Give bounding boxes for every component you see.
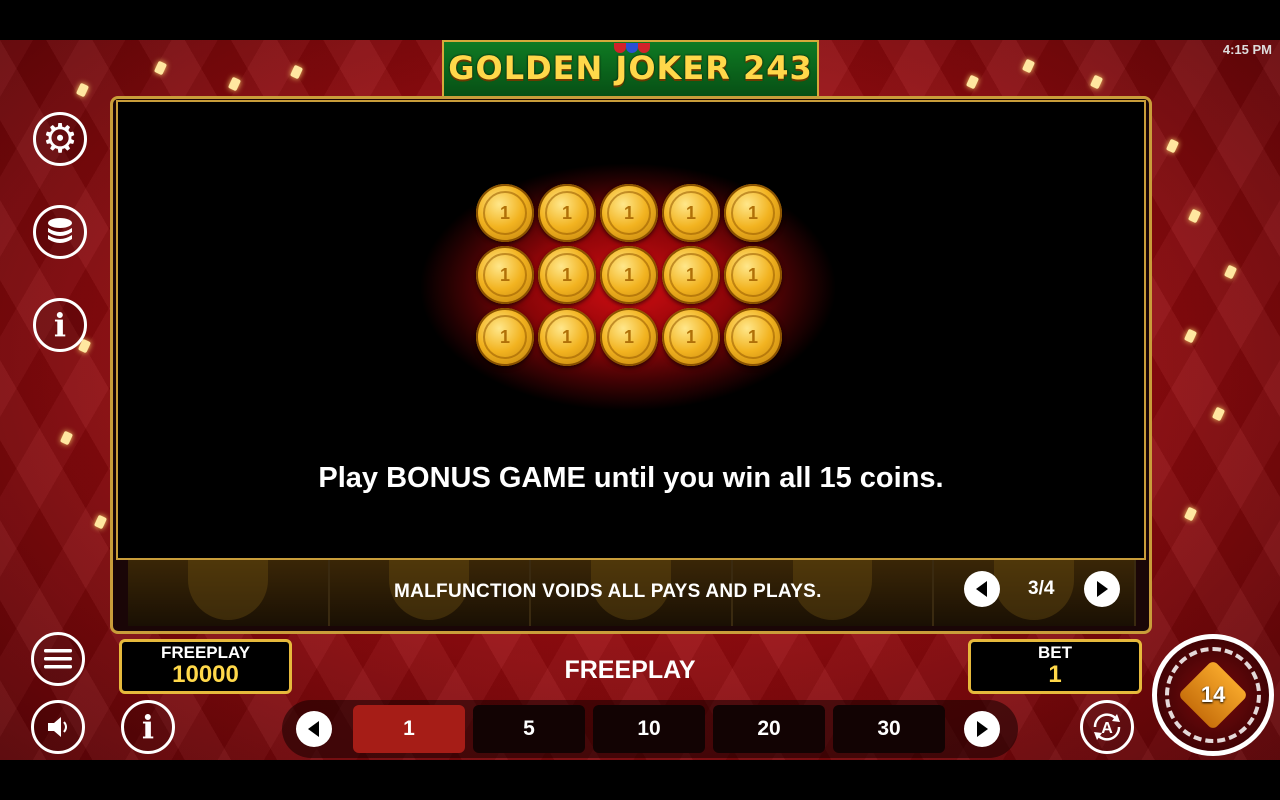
balance-panel: FREEPLAY 10000	[119, 639, 292, 694]
coin-emblem: 1	[607, 253, 651, 297]
sparkle	[227, 76, 242, 92]
game-badge-icon: 14	[1177, 659, 1249, 731]
sparkle	[965, 74, 980, 90]
paytable-info-button[interactable]: i	[33, 298, 87, 352]
sparkle	[59, 430, 74, 446]
sparkle	[1223, 264, 1238, 280]
game-logo: GOLDEN JOKER 243	[442, 40, 819, 98]
bet-selector: 1 5 10 20 30	[282, 700, 1018, 758]
status-clock: 4:15 PM	[1222, 42, 1272, 57]
coin-emblem: 1	[607, 315, 651, 359]
bet-option-5[interactable]: 5	[473, 705, 585, 753]
bonus-coin-icon: 1	[662, 246, 720, 304]
autoplay-icon: A	[1093, 713, 1121, 741]
bonus-coin-icon: 1	[600, 246, 658, 304]
chevron-left-icon	[976, 581, 987, 597]
coin-emblem: 1	[545, 191, 589, 235]
bonus-coin-icon: 1	[600, 308, 658, 366]
bonus-instruction-text: Play BONUS GAME until you win all 15 coi…	[318, 462, 944, 494]
sparkle	[1165, 138, 1180, 154]
malfunction-notice: MALFUNCTION VOIDS ALL PAYS AND PLAYS.	[394, 581, 822, 602]
sparkle	[1089, 74, 1104, 90]
balance-value: 10000	[172, 661, 239, 688]
sparkle	[1211, 406, 1226, 422]
bet-option-30[interactable]: 30	[833, 705, 945, 753]
jester-hat-icon	[614, 42, 650, 53]
coins-button[interactable]	[33, 205, 87, 259]
next-page-button[interactable]	[1084, 571, 1120, 607]
coin-stack-icon	[48, 218, 72, 243]
bonus-coin-icon: 1	[538, 246, 596, 304]
spin-logo-text: 14	[1200, 681, 1226, 707]
info-popup: 111111111111111 Play BONUS GAME until yo…	[116, 100, 1146, 560]
settings-button[interactable]: ⚙	[33, 112, 87, 166]
bet-decrease-button[interactable]	[296, 711, 332, 747]
menu-button[interactable]	[31, 632, 85, 686]
sparkle	[1183, 328, 1198, 344]
coin-emblem: 1	[731, 253, 775, 297]
bet-increase-button[interactable]	[964, 711, 1000, 747]
info-icon: i	[141, 708, 155, 746]
chevron-left-icon	[308, 721, 319, 737]
bonus-coin-icon: 1	[724, 184, 782, 242]
bet-panel: BET 1	[968, 639, 1142, 694]
page-indicator: 3/4	[1028, 578, 1055, 599]
coin-emblem: 1	[483, 191, 527, 235]
bonus-coin-icon: 1	[600, 184, 658, 242]
autoplay-button[interactable]: A	[1080, 700, 1134, 754]
top-status-bar	[0, 0, 1280, 40]
coin-emblem: 1	[669, 191, 713, 235]
bet-value: 1	[1048, 661, 1062, 688]
coin-emblem: 1	[731, 315, 775, 359]
sparkle	[1183, 506, 1198, 522]
chevron-right-icon	[1097, 581, 1108, 597]
sparkle	[153, 60, 168, 76]
coin-emblem: 1	[731, 191, 775, 235]
bonus-coin-icon: 1	[476, 246, 534, 304]
previous-page-button[interactable]	[964, 571, 1000, 607]
coin-emblem: 1	[607, 191, 651, 235]
bet-option-1[interactable]: 1	[353, 705, 465, 753]
bonus-coin-icon: 1	[476, 184, 534, 242]
bonus-coin-icon: 1	[662, 184, 720, 242]
autoplay-label: A	[1101, 720, 1113, 737]
bonus-coin-icon: 1	[476, 308, 534, 366]
bet-label: BET	[1038, 643, 1072, 662]
mode-label: FREEPLAY	[564, 656, 696, 684]
coin-emblem: 1	[669, 315, 713, 359]
bonus-coin-icon: 1	[538, 184, 596, 242]
bonus-coin-icon: 1	[724, 246, 782, 304]
sparkle	[75, 82, 90, 98]
spin-arrows-icon: 14	[1165, 647, 1261, 743]
sparkle	[289, 64, 304, 80]
coin-emblem: 1	[545, 315, 589, 359]
info-icon: i	[53, 306, 67, 344]
bonus-coin-icon: 1	[662, 308, 720, 366]
reel	[128, 560, 330, 626]
info-pager: 3/4	[962, 570, 1122, 608]
coin-emblem: 1	[483, 253, 527, 297]
balance-label: FREEPLAY	[160, 643, 251, 662]
coin-grid: 111111111111111	[476, 184, 786, 370]
coin-emblem: 1	[483, 315, 527, 359]
sparkle	[1021, 58, 1036, 74]
gear-icon: ⚙	[42, 117, 78, 161]
bonus-coin-icon: 1	[538, 308, 596, 366]
coin-emblem: 1	[545, 253, 589, 297]
coin-emblem: 1	[669, 253, 713, 297]
bet-option-20[interactable]: 20	[713, 705, 825, 753]
sparkle	[93, 514, 108, 530]
bet-option-10[interactable]: 10	[593, 705, 705, 753]
speaker-icon	[48, 717, 67, 737]
sound-button[interactable]	[31, 700, 85, 754]
sparkle	[1187, 208, 1202, 224]
chevron-right-icon	[977, 721, 988, 737]
bottom-bar	[0, 760, 1280, 800]
spin-button[interactable]: 14	[1152, 634, 1274, 756]
game-info-button[interactable]: i	[121, 700, 175, 754]
hamburger-menu-icon	[44, 649, 72, 669]
bonus-coin-icon: 1	[724, 308, 782, 366]
